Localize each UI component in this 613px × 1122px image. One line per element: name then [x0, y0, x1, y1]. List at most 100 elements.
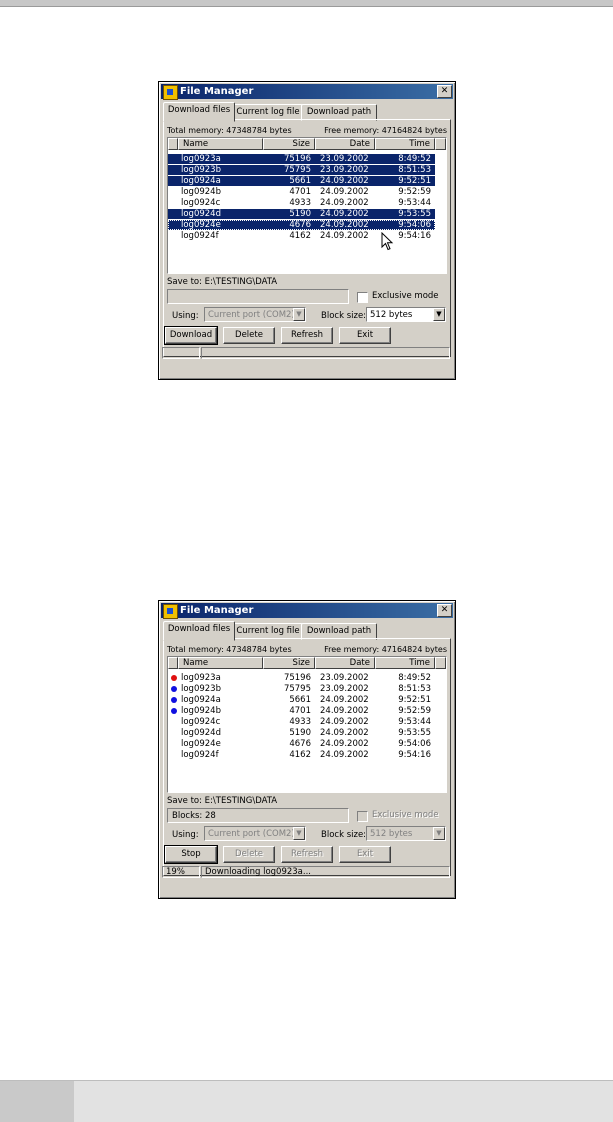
dropdown-arrow-icon: ▼ — [433, 827, 445, 840]
cell-time: 9:54:06 — [398, 739, 431, 749]
cell-size: 75795 — [283, 684, 311, 694]
cell-name: log0924a — [181, 695, 221, 705]
exclusive-mode-checkbox[interactable] — [357, 811, 368, 822]
cell-date: 24.09.2002 — [320, 739, 369, 749]
cell-size: 4676 — [289, 739, 311, 749]
status-percent: 19% — [162, 866, 200, 878]
using-label: Using: — [172, 311, 199, 321]
cell-name: log0924c — [181, 198, 221, 208]
refresh-button[interactable]: Refresh — [281, 327, 333, 344]
close-button[interactable]: ✕ — [437, 85, 452, 98]
cell-time: 9:53:44 — [398, 717, 431, 727]
cell-name: log0924b — [181, 187, 221, 197]
cell-time: 8:49:52 — [398, 154, 431, 164]
cell-time: 9:53:55 — [398, 209, 431, 219]
table-row[interactable]: log0923b 75795 23.09.2002 8:51:53 — [168, 165, 435, 175]
column-header-date[interactable]: Date — [315, 138, 375, 150]
dropdown-arrow-icon: ▼ — [293, 308, 305, 321]
table-row[interactable]: log0924b 4701 24.09.2002 9:52:59 — [168, 187, 435, 197]
exit-button[interactable]: Exit — [339, 846, 391, 863]
status-dot-icon — [171, 675, 177, 681]
table-row[interactable]: log0924a 5661 24.09.2002 9:52:51 — [168, 176, 435, 186]
file-list[interactable]: Name Size Date Time log0923a 75196 23.09.2… — [167, 137, 447, 274]
cell-time: 9:52:51 — [398, 176, 431, 186]
delete-button[interactable]: Delete — [223, 327, 275, 344]
exclusive-mode-checkbox[interactable] — [357, 292, 368, 303]
column-header-size[interactable]: Size — [263, 657, 315, 669]
table-row[interactable]: log0924f 4162 24.09.2002 9:54:16 — [168, 750, 435, 760]
download-button[interactable]: Download — [164, 326, 218, 345]
status-dot-icon — [171, 686, 177, 692]
cell-date: 23.09.2002 — [320, 684, 369, 694]
cell-name: log0924a — [181, 176, 221, 186]
save-to-path: Save to: E:\TESTING\DATA — [167, 796, 278, 806]
cell-name: log0924f — [181, 231, 219, 241]
page-top-rule — [0, 0, 613, 7]
table-row[interactable]: log0924a 5661 24.09.2002 9:52:51 — [168, 695, 435, 705]
stop-button[interactable]: Stop — [164, 845, 218, 864]
cell-size: 5661 — [289, 695, 311, 705]
table-row[interactable]: log0924d 5190 24.09.2002 9:53:55 — [168, 728, 435, 738]
close-button[interactable]: ✕ — [437, 604, 452, 617]
table-row[interactable]: log0923a 75196 23.09.2002 8:49:52 — [168, 673, 435, 683]
block-size-select[interactable]: 512 bytes ▼ — [366, 826, 446, 841]
block-size-value: 512 bytes — [370, 829, 413, 839]
port-select-value: Current port (COM2) — [208, 310, 295, 320]
cell-name: log0923b — [181, 684, 221, 694]
save-to-path: Save to: E:\TESTING\DATA — [167, 277, 278, 287]
cell-date: 24.09.2002 — [320, 231, 369, 241]
table-row[interactable]: log0924d 5190 24.09.2002 9:53:55 — [168, 209, 435, 219]
exit-button[interactable]: Exit — [339, 327, 391, 344]
block-size-select[interactable]: 512 bytes ▼ — [366, 307, 446, 322]
table-row[interactable]: log0924b 4701 24.09.2002 9:52:59 — [168, 706, 435, 716]
dropdown-arrow-icon: ▼ — [293, 827, 305, 840]
tab-download-files[interactable]: Download files — [163, 621, 235, 641]
table-row[interactable]: log0924e 4676 24.09.2002 9:54:06 — [168, 739, 435, 749]
page-footer-tab — [0, 1081, 74, 1122]
cell-size: 75196 — [283, 154, 311, 164]
cell-time: 9:53:44 — [398, 198, 431, 208]
file-list[interactable]: Name Size Date Time log0923a 75196 23.09.2… — [167, 656, 447, 793]
cell-date: 24.09.2002 — [320, 220, 369, 230]
cell-size: 4933 — [289, 198, 311, 208]
table-row[interactable]: log0924e 4676 24.09.2002 9:54:06 — [168, 220, 435, 230]
cell-date: 24.09.2002 — [320, 209, 369, 219]
cell-size: 4676 — [289, 220, 311, 230]
column-header-time[interactable]: Time — [375, 657, 435, 669]
column-header-name[interactable]: Name — [178, 657, 263, 669]
status-message: Downloading log0923a... — [201, 866, 450, 878]
port-select[interactable]: Current port (COM2) ▼ — [204, 307, 306, 322]
column-header-end — [435, 138, 446, 150]
cell-name: log0923b — [181, 165, 221, 175]
column-header-time[interactable]: Time — [375, 138, 435, 150]
port-select[interactable]: Current port (COM2) ▼ — [204, 826, 306, 841]
column-header-date[interactable]: Date — [315, 657, 375, 669]
status-dot-icon — [171, 708, 177, 714]
cell-time: 8:49:52 — [398, 673, 431, 683]
column-header-blank — [168, 657, 178, 669]
cell-time: 8:51:53 — [398, 684, 431, 694]
refresh-button[interactable]: Refresh — [281, 846, 333, 863]
cell-date: 24.09.2002 — [320, 728, 369, 738]
column-header-end — [435, 657, 446, 669]
column-header-name[interactable]: Name — [178, 138, 263, 150]
table-row[interactable]: log0924c 4933 24.09.2002 9:53:44 — [168, 717, 435, 727]
cell-name: log0924d — [181, 209, 221, 219]
status-message — [201, 347, 450, 359]
cell-date: 24.09.2002 — [320, 695, 369, 705]
using-label: Using: — [172, 830, 199, 840]
table-row[interactable]: log0923b 75795 23.09.2002 8:51:53 — [168, 684, 435, 694]
cell-size: 4933 — [289, 717, 311, 727]
table-row[interactable]: log0923a 75196 23.09.2002 8:49:52 — [168, 154, 435, 164]
cell-size: 5190 — [289, 209, 311, 219]
tab-download-files[interactable]: Download files — [163, 102, 235, 122]
table-row[interactable]: log0924c 4933 24.09.2002 9:53:44 — [168, 198, 435, 208]
cell-time: 9:53:55 — [398, 728, 431, 738]
column-header-size[interactable]: Size — [263, 138, 315, 150]
free-memory: Free memory: 47164824 bytes — [324, 126, 447, 135]
delete-button[interactable]: Delete — [223, 846, 275, 863]
cell-date: 24.09.2002 — [320, 706, 369, 716]
title-bar: File Manager ✕ — [161, 603, 453, 619]
cell-time: 8:51:53 — [398, 165, 431, 175]
window-title: File Manager — [180, 605, 254, 616]
